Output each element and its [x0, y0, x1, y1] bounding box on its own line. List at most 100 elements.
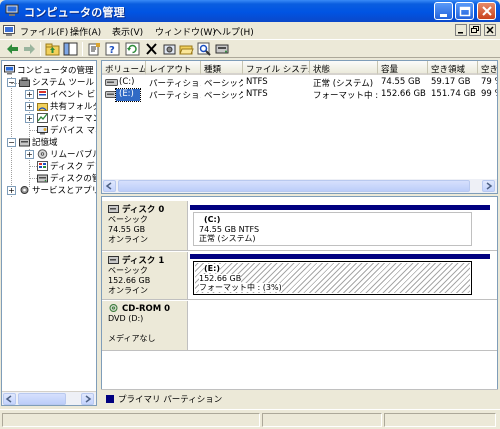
- device-manager-icon: [37, 126, 48, 135]
- partition-legend: プライマリ パーティション: [101, 389, 498, 406]
- tree-item-storage[interactable]: 記憶域: [19, 136, 58, 148]
- disk-properties-icon[interactable]: [215, 42, 230, 56]
- menu-help[interactable]: ヘルプ(H): [213, 25, 254, 38]
- close-icon: [482, 6, 492, 16]
- cdrom-row-0[interactable]: CD-ROM 0 DVD (D:) メディアなし: [102, 301, 497, 351]
- child-minimize-button[interactable]: [455, 24, 467, 36]
- open-folder-icon[interactable]: [179, 42, 194, 56]
- column-header-layout[interactable]: レイアウト: [146, 61, 201, 75]
- scroll-right-icon: [85, 395, 92, 403]
- disk-row-1[interactable]: ディスク 1 ベーシック 152.66 GB オンライン (E:) 152.66…: [102, 252, 497, 300]
- tree-expand-toggle[interactable]: +: [25, 102, 34, 111]
- back-arrow-icon[interactable]: [5, 42, 20, 56]
- volume-list[interactable]: ボリューム レイアウト 種類 ファイル システム 状態 容量 空き領域 空き (…: [101, 60, 498, 194]
- menu-bar: ファイル(F) 操作(A) 表示(V) ウィンドウ(W) ヘルプ(H): [0, 22, 500, 39]
- window-title: コンピュータの管理: [24, 6, 125, 19]
- column-header-status[interactable]: 状態: [310, 61, 378, 75]
- column-header-percent-free[interactable]: 空き: [478, 61, 497, 75]
- legend-label: プライマリ パーティション: [118, 395, 223, 405]
- shared-folder-icon: [37, 103, 48, 111]
- tree-item-event-viewer[interactable]: イベント ビュー: [37, 88, 96, 100]
- scroll-thumb[interactable]: [118, 180, 470, 192]
- partition-name: (C:): [204, 215, 221, 224]
- tree-item-disk-defrag[interactable]: ディスク デフラ: [37, 160, 96, 172]
- storage-icon: [19, 138, 30, 147]
- status-pane: [2, 413, 260, 427]
- help-icon[interactable]: ?: [105, 42, 120, 56]
- disk-info[interactable]: CD-ROM 0 DVD (D:) メディアなし: [102, 301, 188, 350]
- maximize-button[interactable]: [455, 2, 474, 20]
- settings-icon[interactable]: [162, 42, 177, 56]
- disk-name: ディスク 0: [122, 205, 165, 215]
- tree-collapse-toggle[interactable]: −: [7, 138, 16, 147]
- refresh-icon[interactable]: [125, 42, 140, 56]
- computer-management-icon: [4, 65, 15, 75]
- toolbox-icon: [19, 77, 30, 87]
- child-close-button[interactable]: [484, 24, 496, 36]
- maximize-icon: [459, 6, 471, 17]
- menu-action[interactable]: 操作(A): [70, 25, 101, 38]
- search-icon[interactable]: [197, 42, 212, 56]
- delete-icon[interactable]: [144, 42, 159, 56]
- up-folder-icon[interactable]: [45, 42, 60, 56]
- column-header-type[interactable]: 種類: [201, 61, 243, 75]
- column-header-filesystem[interactable]: ファイル システム: [243, 61, 310, 75]
- disk-info[interactable]: ディスク 1 ベーシック 152.66 GB オンライン: [102, 252, 188, 299]
- list-horizontal-scrollbar[interactable]: [102, 179, 497, 193]
- close-button[interactable]: [477, 2, 496, 20]
- status-bar: [0, 409, 500, 429]
- scroll-left-icon: [5, 395, 12, 403]
- scroll-left-button[interactable]: [3, 393, 16, 405]
- tree-expand-toggle[interactable]: +: [7, 186, 16, 195]
- tree-root[interactable]: コンピュータの管理 (ロ: [4, 64, 96, 76]
- scroll-left-button[interactable]: [103, 180, 116, 192]
- console-tree[interactable]: コンピュータの管理 (ロ − システム ツール + イベント ビュー + 共有フ…: [1, 60, 97, 406]
- tree-item-shared-folders[interactable]: 共有フォルダ: [37, 100, 96, 112]
- disk-management-icon: [37, 174, 48, 183]
- show-hide-tree-icon[interactable]: [63, 42, 78, 56]
- tree-item-system-tools[interactable]: システム ツール: [19, 76, 94, 88]
- disk-info[interactable]: ディスク 0 ベーシック 74.55 GB オンライン: [102, 201, 188, 250]
- forward-arrow-icon[interactable]: [22, 42, 37, 56]
- tree-expand-toggle[interactable]: +: [25, 114, 34, 123]
- scroll-thumb[interactable]: [18, 393, 66, 405]
- disk-name: ディスク 1: [122, 256, 165, 266]
- cd-rom-icon: [109, 304, 118, 312]
- partition-e[interactable]: (E:) 152.66 GB フォーマット中 : (3%): [193, 261, 472, 295]
- tree-horizontal-scrollbar[interactable]: [2, 391, 96, 405]
- properties-icon[interactable]: [87, 42, 102, 56]
- svg-text:?: ?: [109, 45, 115, 56]
- tree-item-performance[interactable]: パフォーマンス: [37, 112, 96, 124]
- hard-disk-icon: [108, 256, 119, 264]
- tree-expand-toggle[interactable]: +: [25, 150, 34, 159]
- minimize-button[interactable]: [434, 2, 453, 20]
- menu-file[interactable]: ファイル(F): [20, 25, 68, 38]
- tree-item-disk-management[interactable]: ディスクの管理: [37, 172, 96, 184]
- child-restore-button[interactable]: [469, 24, 481, 36]
- menu-view[interactable]: 表示(V): [112, 25, 143, 38]
- tree-item-device-manager[interactable]: デバイス マネ: [37, 124, 96, 136]
- disk-size: 152.66 GB: [108, 276, 151, 285]
- menu-window[interactable]: ウィンドウ(W): [155, 25, 216, 38]
- partition-c[interactable]: (C:) 74.55 GB NTFS 正常 (システム): [193, 212, 472, 246]
- scroll-right-icon: [486, 182, 493, 190]
- partition-area: (E:) 152.66 GB フォーマット中 : (3%): [190, 254, 490, 296]
- services-icon: [20, 186, 29, 194]
- disk-row-0[interactable]: ディスク 0 ベーシック 74.55 GB オンライン (C:) 74.55 G…: [102, 201, 497, 251]
- tree-item-services-apps[interactable]: サービスとアプリケ: [19, 184, 96, 196]
- restore-icon: [471, 26, 479, 33]
- volume-name: (E:): [115, 88, 141, 102]
- scroll-left-icon: [105, 182, 112, 190]
- disk-graphical-view[interactable]: ディスク 0 ベーシック 74.55 GB オンライン (C:) 74.55 G…: [101, 196, 498, 406]
- mmc-doc-icon[interactable]: [3, 25, 15, 36]
- title-bar[interactable]: コンピュータの管理: [0, 0, 500, 22]
- tree-expand-toggle[interactable]: +: [25, 90, 34, 99]
- primary-partition-bar: [190, 254, 490, 259]
- scroll-right-button[interactable]: [482, 180, 495, 192]
- column-header-volume[interactable]: ボリューム: [102, 61, 146, 75]
- tree-item-removable-storage[interactable]: リムーバブル記: [37, 148, 96, 160]
- scroll-right-button[interactable]: [81, 393, 94, 405]
- disk-type: ベーシック: [108, 215, 148, 224]
- column-header-capacity[interactable]: 容量: [378, 61, 428, 75]
- column-header-free-space[interactable]: 空き領域: [428, 61, 478, 75]
